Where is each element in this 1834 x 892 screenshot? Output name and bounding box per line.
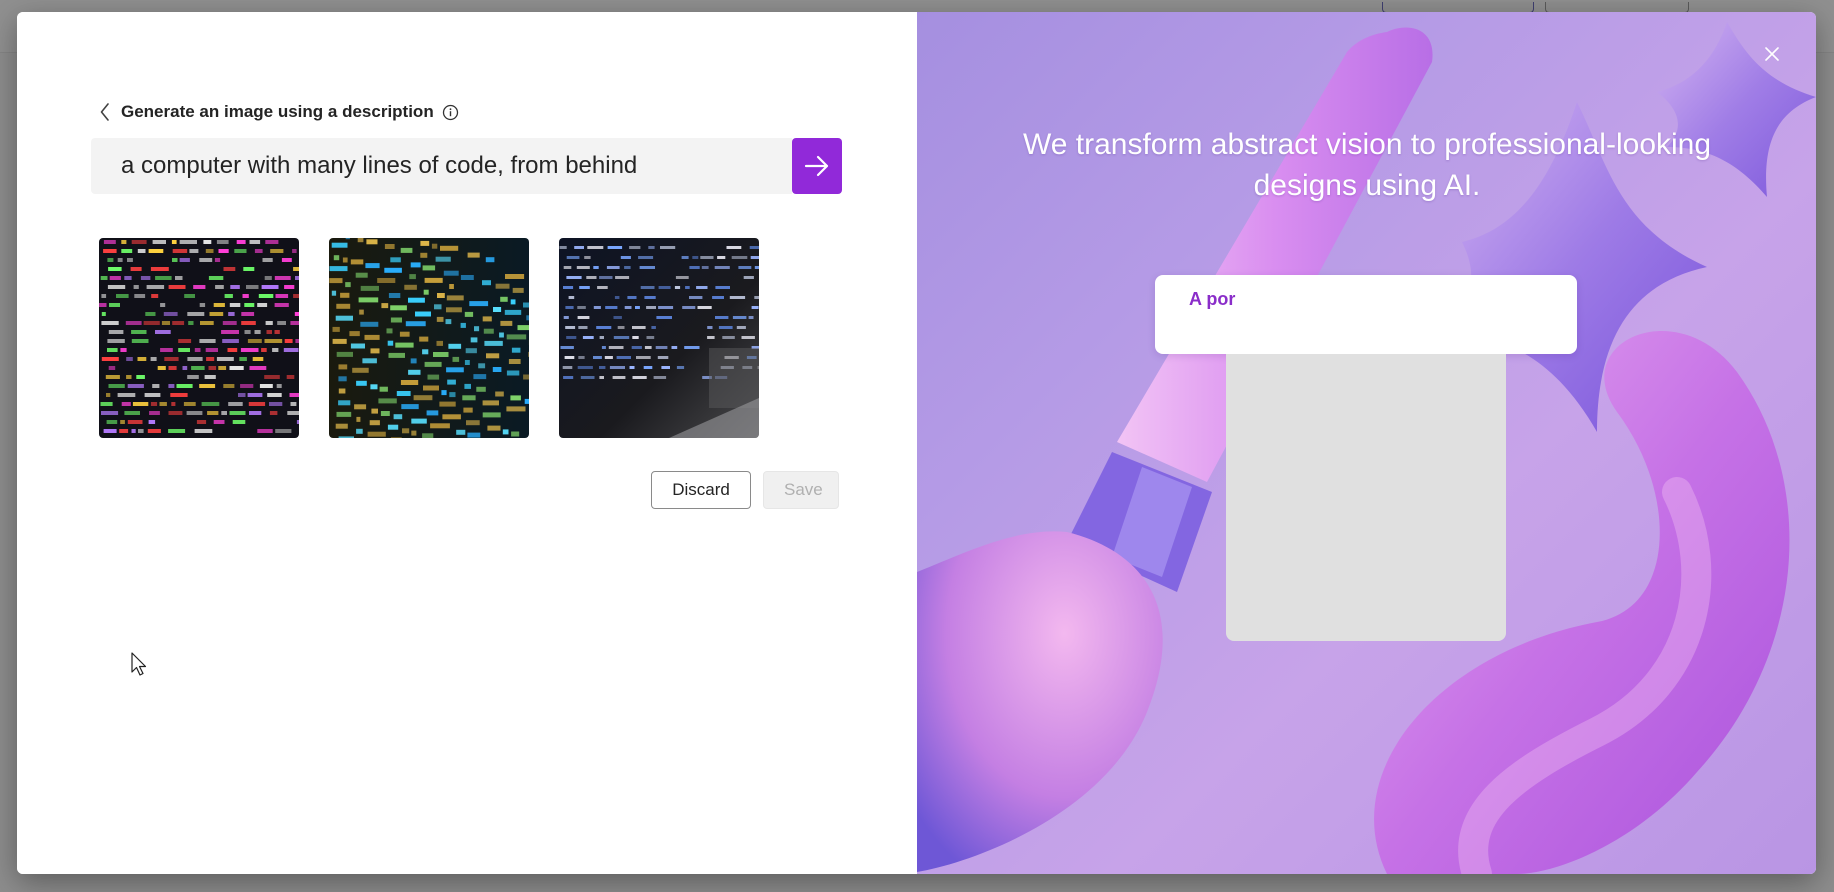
- prompt-input[interactable]: [91, 138, 792, 194]
- generate-button[interactable]: [792, 138, 842, 194]
- code-screen-image: [559, 238, 759, 438]
- code-screen-image: [99, 238, 299, 438]
- save-button[interactable]: Save: [763, 471, 839, 509]
- close-icon: [1765, 47, 1779, 61]
- generated-image-3[interactable]: [559, 238, 759, 438]
- dialog-title: Generate an image using a description: [121, 102, 434, 121]
- close-button[interactable]: [1758, 40, 1786, 68]
- generated-images: [99, 238, 759, 438]
- dialog-actions: Discard Save: [651, 471, 839, 509]
- generated-image-2[interactable]: [329, 238, 529, 438]
- discard-button[interactable]: Discard: [651, 471, 751, 509]
- chevron-left-icon[interactable]: [97, 101, 113, 123]
- generator-pane: Generate an image using a description a …: [17, 12, 917, 874]
- prompt-row: [91, 138, 842, 194]
- info-icon[interactable]: [442, 103, 460, 121]
- demo-prompt-card: A por: [1155, 275, 1577, 354]
- arrow-right-icon: [804, 155, 829, 177]
- promo-headline: We transform abstract vision to professi…: [1022, 128, 1712, 202]
- mouse-cursor-icon: [131, 652, 147, 676]
- demo-image-placeholder: [1226, 354, 1506, 641]
- dialog-header: Generate an image using a description: [97, 98, 460, 126]
- promo-pane: We transform abstract vision to professi…: [917, 12, 1816, 874]
- image-generation-dialog: Generate an image using a description a …: [17, 12, 1816, 874]
- demo-prompt-text: A por: [1189, 289, 1236, 309]
- generated-image-1[interactable]: [99, 238, 299, 438]
- code-screen-image: [329, 238, 529, 438]
